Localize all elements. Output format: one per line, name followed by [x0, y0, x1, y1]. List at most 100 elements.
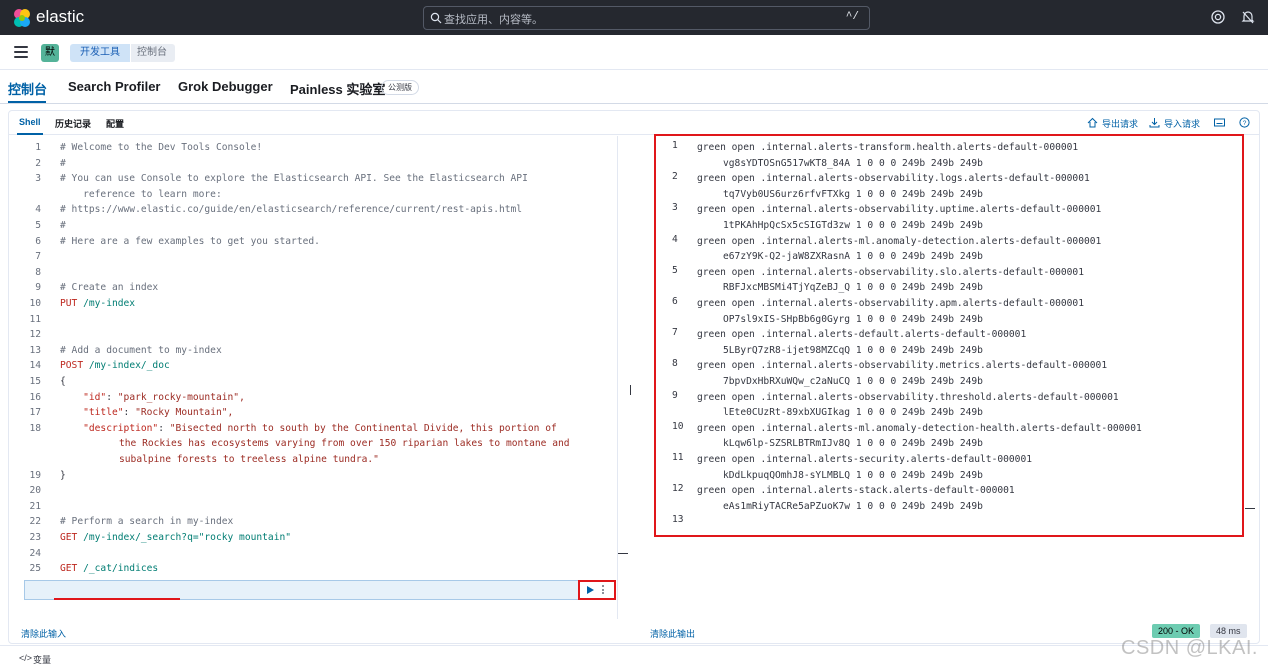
output-scroll-marker: [1245, 508, 1255, 509]
http-method: PUT: [60, 298, 78, 309]
editor-line[interactable]: subalpine forests to treeless alpine tun…: [9, 452, 617, 468]
request-editor[interactable]: 1 # Welcome to the Dev Tools Console! 2 #3 #…: [9, 136, 617, 619]
editor-line[interactable]: 10 PUT /my-index: [9, 296, 617, 312]
code-text: "title": "Rocky Mountain",: [83, 407, 234, 419]
editor-line[interactable]: 16 "id": "park_rocky-mountain",: [9, 390, 617, 406]
request-actions: [578, 580, 616, 600]
tab-grok-debugger[interactable]: Grok Debugger: [178, 79, 273, 94]
code-icon: </>: [19, 653, 33, 663]
output-line-number: 3: [672, 202, 678, 214]
index-row-stats: kDdLkpuqQOmhJ8-sYLMBLQ 1 0 0 0 249b 249b…: [723, 469, 983, 481]
output-line-number: 12: [672, 483, 684, 495]
import-requests-button[interactable]: 导入请求: [1164, 117, 1200, 130]
code-text: }: [60, 468, 66, 484]
more-actions-icon[interactable]: [602, 585, 605, 595]
code-text: #: [60, 218, 66, 234]
breadcrumb-bar: 默 开发工具 控制台: [0, 35, 1268, 70]
editor-line[interactable]: 1 # Welcome to the Dev Tools Console!: [9, 140, 617, 156]
output-line-number: 6: [672, 296, 678, 307]
watermark: CSDN @LKAI.: [1121, 637, 1258, 659]
send-request-icon[interactable]: [587, 586, 594, 594]
code-line-text: reference to learn more:: [60, 188, 222, 200]
line-number: 7: [35, 251, 41, 263]
help-globe-icon[interactable]: [1210, 9, 1226, 25]
panel-resize-handle[interactable]: [630, 385, 631, 395]
editor-line[interactable]: 21: [9, 499, 617, 515]
tab-shell[interactable]: Shell: [19, 117, 41, 127]
output-line-number: 4: [672, 233, 678, 245]
editor-line[interactable]: 20: [9, 483, 617, 499]
global-search-input[interactable]: 查找应用、内容等。 ^/: [423, 6, 870, 30]
request-url: /my-index/_doc: [83, 360, 170, 372]
request-url: /my-index/_search?q="rocky mountain": [77, 532, 292, 543]
editor-line[interactable]: reference to learn more:: [9, 187, 617, 203]
editor-line[interactable]: 17 "title": "Rocky Mountain",: [9, 405, 617, 421]
brand-name[interactable]: elastic: [36, 7, 84, 27]
editor-line[interactable]: 11: [9, 312, 617, 328]
export-icon[interactable]: [1087, 117, 1098, 128]
output-line-number: 9: [672, 389, 678, 401]
editor-line[interactable]: 2 #: [9, 156, 617, 172]
editor-output-divider: [617, 136, 618, 619]
output-line-number: 10: [672, 420, 684, 432]
editor-line[interactable]: 22 # Perform a search in my-index: [9, 514, 617, 530]
index-row: green open .internal.alerts-observabilit…: [697, 360, 1108, 372]
line-number: 24: [29, 547, 41, 559]
code-text: # You can use Console to explore the Ela…: [60, 171, 528, 187]
editor-line[interactable]: 13 # Add a document to my-index: [9, 343, 617, 359]
code-line-text: #: [60, 157, 66, 169]
editor-line[interactable]: 12: [9, 327, 617, 343]
line-number: 18: [29, 422, 41, 434]
clear-input-button[interactable]: 清除此输入: [21, 627, 66, 640]
import-icon[interactable]: [1149, 117, 1160, 128]
space-avatar[interactable]: 默: [41, 44, 59, 62]
variables-label[interactable]: 变量: [33, 653, 51, 666]
notifications-icon[interactable]: [1240, 9, 1256, 25]
tab-console[interactable]: 控制台: [8, 79, 47, 98]
line-number: 2: [35, 157, 41, 169]
editor-line[interactable]: the Rockies has ecosystems varying from …: [9, 436, 617, 452]
editor-line[interactable]: 7: [9, 249, 617, 265]
code-text: # Welcome to the Dev Tools Console!: [60, 140, 262, 156]
line-number: 9: [35, 282, 41, 294]
elastic-logo-icon[interactable]: [11, 7, 33, 29]
editor-line[interactable]: 4 # https://www.elastic.co/guide/en/elast…: [9, 202, 617, 218]
code-text: GET /my-index/_search?q="rocky mountain": [60, 530, 291, 546]
line-number: 25: [29, 563, 41, 575]
index-row: green open .internal.alerts-default.aler…: [697, 329, 1027, 341]
editor-line[interactable]: 25 GET /_cat/indices: [9, 561, 617, 577]
tab-painless-lab[interactable]: Painless 实验室: [290, 79, 385, 98]
http-method: GET: [60, 532, 78, 543]
editor-line[interactable]: 23 GET /my-index/_search?q="rocky mountai…: [9, 530, 617, 546]
output-line-number: 5: [672, 264, 678, 276]
editor-line[interactable]: 24: [9, 546, 617, 562]
editor-line[interactable]: 18 "description": "Bisected north to sou…: [9, 421, 617, 437]
menu-toggle-icon[interactable]: [14, 46, 28, 58]
export-requests-button[interactable]: 导出请求: [1102, 117, 1138, 130]
clear-output-button[interactable]: 清除此输出: [650, 627, 695, 640]
keyboard-shortcuts-icon[interactable]: [1214, 117, 1225, 128]
json-value: "Rocky Mountain",: [135, 407, 234, 419]
code-text: # Create an index: [60, 280, 158, 296]
editor-line[interactable]: 8: [9, 265, 617, 281]
editor-line[interactable]: 15 {: [9, 374, 617, 390]
editor-line[interactable]: 3 # You can use Console to explore the El…: [9, 171, 617, 187]
editor-line[interactable]: 9 # Create an index: [9, 280, 617, 296]
editor-line[interactable]: 19}: [9, 468, 617, 484]
editor-line[interactable]: 5 #: [9, 218, 617, 234]
line-number: 12: [29, 329, 41, 341]
help-icon[interactable]: ?: [1239, 117, 1250, 128]
tab-search-profiler[interactable]: Search Profiler: [68, 79, 161, 94]
tab-config[interactable]: 配置: [106, 117, 124, 130]
code-text: POST /my-index/_doc: [60, 358, 170, 374]
index-row: green open .internal.alerts-observabilit…: [697, 204, 1102, 216]
editor-line[interactable]: 6 # Here are a few examples to get you st…: [9, 234, 617, 250]
index-row: green open .internal.alerts-ml.anomaly-d…: [697, 235, 1102, 247]
code-text: # Perform a search in my-index: [60, 514, 233, 530]
tab-history[interactable]: 历史记录: [55, 117, 91, 130]
editor-line[interactable]: 14 POST /my-index/_doc: [9, 358, 617, 374]
variables-bar[interactable]: </> 变量: [0, 645, 1268, 671]
search-placeholder: 查找应用、内容等。: [444, 14, 543, 26]
line-number: 20: [29, 485, 41, 497]
active-tab-indicator: [8, 101, 46, 103]
